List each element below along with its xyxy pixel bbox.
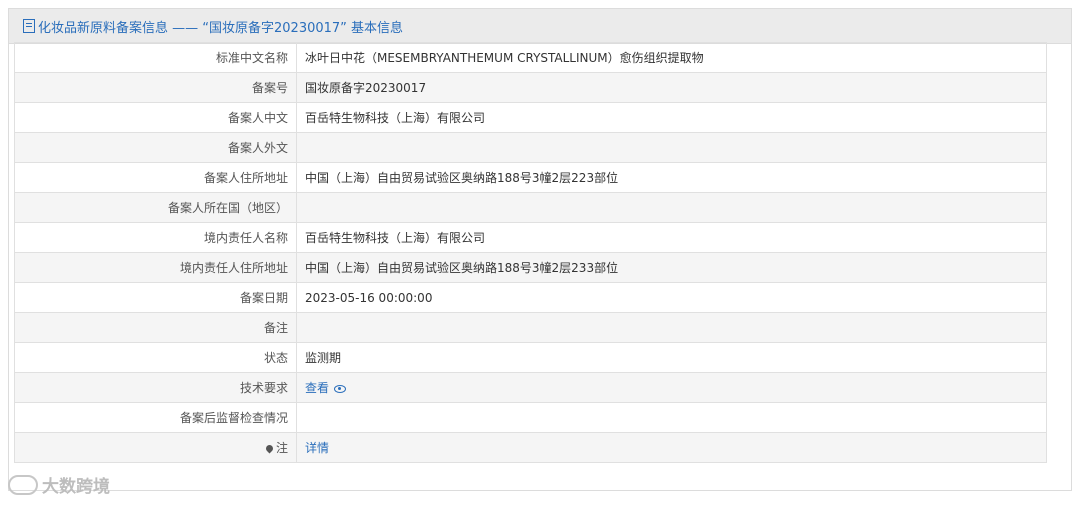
page-title: 化妆品新原料备案信息 —— “国妆原备字20230017” 基本信息 xyxy=(38,20,404,36)
row-label: 技术要求 xyxy=(14,372,297,403)
table-row: 备案人外文 xyxy=(14,132,1047,163)
row-label: 备案人外文 xyxy=(14,132,297,163)
table-row: 备注 xyxy=(14,312,1047,343)
table-row: 备案人中文 百岳特生物科技（上海）有限公司 xyxy=(14,102,1047,133)
table-row: 境内责任人名称 百岳特生物科技（上海）有限公司 xyxy=(14,222,1047,253)
status-value: 监测期 xyxy=(296,342,1047,373)
table-row: 备案人所在国（地区） xyxy=(14,192,1047,223)
row-label: 境内责任人住所地址 xyxy=(14,252,297,283)
document-icon xyxy=(23,19,35,33)
row-label: 备案人中文 xyxy=(14,102,297,133)
row-label: 备案号 xyxy=(14,72,297,103)
watermark-logo-icon xyxy=(8,474,38,495)
panel-header: 化妆品新原料备案信息 —— “国妆原备字20230017” 基本信息 xyxy=(9,9,1071,44)
row-value xyxy=(296,132,1047,163)
row-value: 百岳特生物科技（上海）有限公司 xyxy=(296,102,1047,133)
table-row: 备案后监督检查情况 xyxy=(14,402,1047,433)
table-row: 注 详情 xyxy=(14,432,1047,463)
row-label: 备案日期 xyxy=(14,282,297,313)
table-row: 备案日期 2023-05-16 00:00:00 xyxy=(14,282,1047,313)
watermark: 大数跨境 xyxy=(8,472,110,497)
row-value: 国妆原备字20230017 xyxy=(296,72,1047,103)
view-link[interactable]: 查看 xyxy=(305,381,329,395)
row-label: 备案后监督检查情况 xyxy=(14,402,297,433)
table-row: 状态 监测期 xyxy=(14,342,1047,373)
table-row: 备案号 国妆原备字20230017 xyxy=(14,72,1047,103)
table-row: 备案人住所地址 中国（上海）自由贸易试验区奥纳路188号3幢2层223部位 xyxy=(14,162,1047,193)
info-table: 标准中文名称 冰叶日中花（MESEMBRYANTHEMUM CRYSTALLIN… xyxy=(14,42,1047,463)
row-value: 查看 xyxy=(296,372,1047,403)
row-label-cell: 注 xyxy=(14,432,297,463)
row-label: 备注 xyxy=(14,312,297,343)
row-value xyxy=(296,402,1047,433)
details-link[interactable]: 详情 xyxy=(305,441,329,455)
row-value: 中国（上海）自由贸易试验区奥纳路188号3幢2层223部位 xyxy=(296,162,1047,193)
row-label: 备案人住所地址 xyxy=(14,162,297,193)
row-label: 注 xyxy=(275,441,288,455)
row-value: 详情 xyxy=(296,432,1047,463)
row-value: 百岳特生物科技（上海）有限公司 xyxy=(296,222,1047,253)
row-value xyxy=(296,312,1047,343)
row-label: 状态 xyxy=(14,342,297,373)
eye-icon[interactable] xyxy=(334,384,347,393)
row-value: 中国（上海）自由贸易试验区奥纳路188号3幢2层233部位 xyxy=(296,252,1047,283)
table-row: 境内责任人住所地址 中国（上海）自由贸易试验区奥纳路188号3幢2层233部位 xyxy=(14,252,1047,283)
row-label: 标准中文名称 xyxy=(14,42,297,73)
pin-icon xyxy=(264,443,275,454)
row-value xyxy=(296,192,1047,223)
watermark-text: 大数跨境 xyxy=(42,477,110,497)
row-label: 境内责任人名称 xyxy=(14,222,297,253)
row-value: 2023-05-16 00:00:00 xyxy=(296,282,1047,313)
row-value: 冰叶日中花（MESEMBRYANTHEMUM CRYSTALLINUM）愈伤组织… xyxy=(296,42,1047,73)
table-row: 标准中文名称 冰叶日中花（MESEMBRYANTHEMUM CRYSTALLIN… xyxy=(14,42,1047,73)
table-row: 技术要求 查看 xyxy=(14,372,1047,403)
row-label: 备案人所在国（地区） xyxy=(14,192,297,223)
